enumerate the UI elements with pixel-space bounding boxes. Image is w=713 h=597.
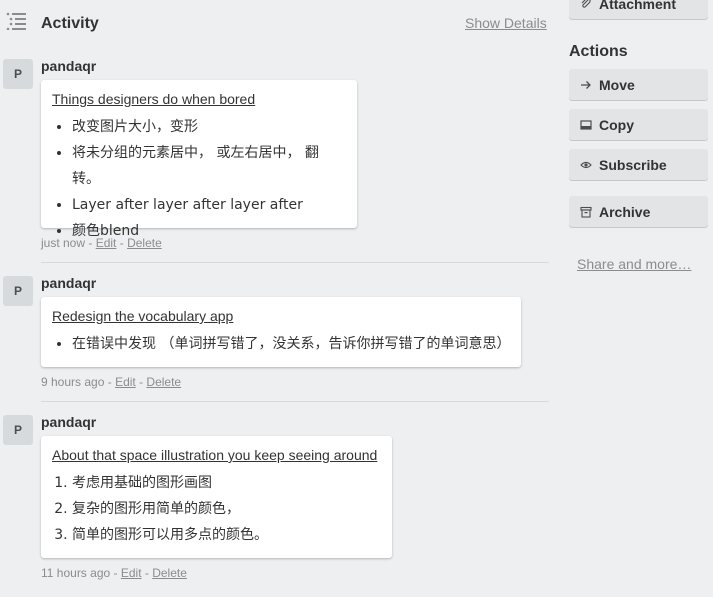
comment-list: 考虑用基础的图形画图 复杂的图形用简单的颜色， 简单的图形可以用多点的颜色。 [52, 470, 381, 548]
activity-title: Activity [41, 15, 99, 32]
activity-header: Activity Show Details [0, 0, 560, 48]
avatar[interactable]: P [3, 276, 33, 306]
comment-card[interactable]: About that space illustration you keep s… [41, 436, 392, 558]
list-item: 复杂的图形用简单的颜色， [72, 496, 381, 522]
username[interactable]: pandaqr [41, 58, 96, 74]
avatar[interactable]: P [3, 415, 33, 445]
move-button[interactable]: Move [569, 69, 708, 100]
card-icon [580, 119, 592, 131]
comment-meta: 11 hours ago - Edit - Delete [41, 566, 187, 580]
comment-meta: just now - Edit - Delete [41, 236, 162, 250]
delete-link[interactable]: Delete [127, 236, 162, 250]
timestamp: 11 hours ago [41, 566, 111, 580]
timestamp: 9 hours ago [41, 375, 105, 389]
card-title-link[interactable]: Things designers do when bored [52, 90, 255, 108]
archive-icon [580, 206, 592, 218]
move-label: Move [599, 76, 635, 93]
attachment-button[interactable]: Attachment [569, 0, 708, 19]
delete-link[interactable]: Delete [146, 375, 181, 389]
list-item: 简单的图形可以用多点的颜色。 [72, 522, 381, 548]
list-item: 改变图片大小，变形 [72, 114, 346, 140]
attachment-label: Attachment [599, 0, 677, 12]
comment-card[interactable]: Redesign the vocabulary app 在错误中发现 （单词拼写… [41, 297, 521, 367]
edit-link[interactable]: Edit [115, 375, 136, 389]
avatar[interactable]: P [3, 59, 33, 89]
eye-icon [580, 159, 592, 171]
list-item: 将未分组的元素居中， 或左右居中， 翻转。 [72, 140, 346, 192]
share-and-more-link[interactable]: Share and more… [577, 256, 691, 272]
divider [41, 262, 549, 263]
card-sidebar: Attachment Actions Move Copy Subscribe A… [569, 0, 713, 597]
comment-list: 改变图片大小，变形 将未分组的元素居中， 或左右居中， 翻转。 Layer af… [52, 114, 346, 244]
comment-meta: 9 hours ago - Edit - Delete [41, 375, 182, 389]
delete-link[interactable]: Delete [152, 566, 187, 580]
list-item: 考虑用基础的图形画图 [72, 470, 381, 496]
subscribe-label: Subscribe [599, 156, 667, 173]
timestamp: just now [41, 236, 86, 250]
copy-button[interactable]: Copy [569, 109, 708, 140]
divider [41, 401, 549, 402]
username[interactable]: pandaqr [41, 414, 96, 430]
card-title-link[interactable]: Redesign the vocabulary app [52, 307, 233, 325]
card-title-link[interactable]: About that space illustration you keep s… [52, 446, 377, 464]
archive-button[interactable]: Archive [569, 196, 708, 227]
arrow-right-icon [580, 79, 592, 91]
edit-link[interactable]: Edit [121, 566, 142, 580]
list-item: 在错误中发现 （单词拼写错了，没关系，告诉你拼写错了的单词意思） [72, 331, 510, 357]
username[interactable]: pandaqr [41, 275, 96, 291]
activity-list-icon [6, 12, 28, 31]
list-item: Layer after layer after layer after [72, 192, 346, 218]
comment-list: 在错误中发现 （单词拼写错了，没关系，告诉你拼写错了的单词意思） [52, 331, 510, 357]
edit-link[interactable]: Edit [96, 236, 117, 250]
subscribe-button[interactable]: Subscribe [569, 149, 708, 180]
paperclip-icon [580, 0, 592, 10]
actions-heading: Actions [569, 43, 628, 60]
archive-label: Archive [599, 203, 651, 220]
copy-label: Copy [599, 116, 634, 133]
comment-card[interactable]: Things designers do when bored 改变图片大小，变形… [41, 80, 357, 239]
show-details-link[interactable]: Show Details [465, 15, 547, 31]
